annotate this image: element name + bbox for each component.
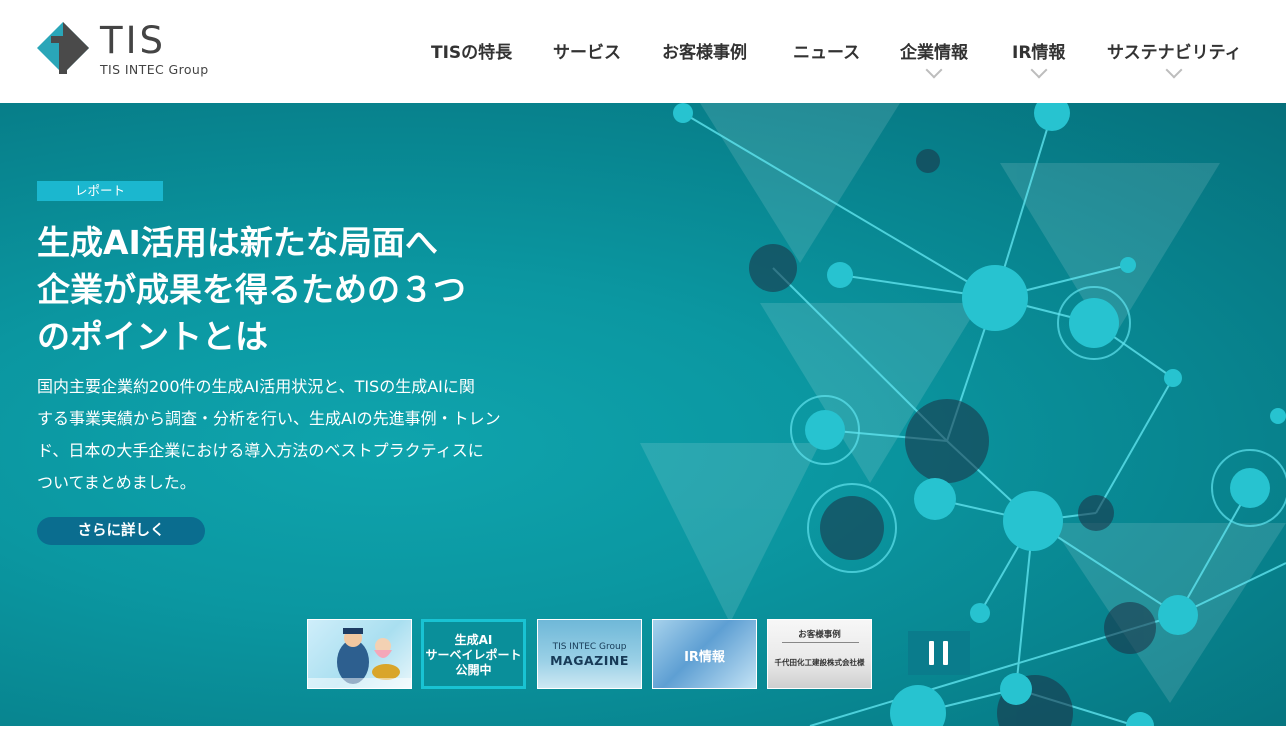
nav-company-label: 企業情報: [900, 43, 968, 63]
thumb-title-line: 生成AI: [454, 633, 493, 647]
description-line: ド、日本の大手企業における導入方法のベストプラクティスに: [37, 441, 484, 460]
read-more-button[interactable]: さらに詳しく: [37, 517, 205, 545]
nav-news[interactable]: ニュース: [793, 38, 860, 63]
thumb-subtitle: お客様事例: [798, 630, 841, 640]
hero-banner: レポート 生成AI活用は新たな局面へ 企業が成果を得るための３つ のポイントとは…: [0, 103, 1286, 726]
carousel-thumb-ir[interactable]: IR情報: [652, 619, 757, 689]
headline-line: 生成AI活用は新たな局面へ: [37, 223, 438, 262]
nav-features[interactable]: TISの特長: [431, 38, 512, 63]
description-line: ついてまとめました。: [37, 473, 196, 492]
thumb-divider: [782, 642, 859, 643]
pause-icon: [943, 641, 948, 665]
description-line: 国内主要企業約200件の生成AI活用状況と、TISの生成AIに関: [37, 377, 475, 396]
site-header: TIS TIS INTEC Group TISの特長 サービス お客様事例 ニュ…: [0, 0, 1286, 103]
chevron-down-icon: [1030, 61, 1048, 79]
nav-ir[interactable]: IR情報: [1012, 38, 1066, 79]
nav-ir-label: IR情報: [1012, 43, 1066, 63]
thumb-title-line: 公開中: [455, 663, 492, 677]
thumb-subtitle: TIS INTEC Group: [552, 642, 627, 652]
carousel-thumbnails: 生成AI サーベイレポート 公開中 TIS INTEC Group MAGAZI…: [0, 619, 1286, 691]
nav-case-studies[interactable]: お客様事例: [662, 38, 747, 63]
carousel-thumb-survey[interactable]: 生成AI サーベイレポート 公開中: [421, 619, 526, 689]
nav-services-label: サービス: [553, 43, 621, 63]
nav-case-studies-label: お客様事例: [662, 43, 747, 63]
nav-features-label: TISの特長: [431, 43, 513, 63]
advertisement-photo-icon: [308, 628, 411, 688]
category-tag: レポート: [37, 181, 163, 201]
headline-line: 企業が成果を得るための３つ: [37, 270, 466, 309]
carousel-thumb-magazine[interactable]: TIS INTEC Group MAGAZINE: [537, 619, 642, 689]
pause-icon: [929, 641, 934, 665]
hero-description: 国内主要企業約200件の生成AI活用状況と、TISの生成AIに関 する事業実績か…: [37, 371, 517, 499]
thumb-title: 千代田化工建設株式会社様: [774, 658, 865, 667]
thumb-title-line: サーベイレポート: [425, 648, 522, 662]
hero-headline: 生成AI活用は新たな局面へ 企業が成果を得るための３つ のポイントとは: [37, 219, 557, 360]
main-nav: TISの特長 サービス お客様事例 ニュース 企業情報 IR情報 サステナビリテ…: [0, 38, 1286, 88]
nav-sustainability-label: サステナビリティ: [1107, 43, 1242, 63]
nav-sustainability[interactable]: サステナビリティ: [1107, 38, 1242, 79]
thumb-title: MAGAZINE: [550, 653, 629, 668]
description-line: する事業実績から調査・分析を行い、生成AIの先進事例・トレン: [37, 409, 501, 428]
chevron-down-icon: [925, 61, 943, 79]
carousel-thumb-case[interactable]: お客様事例 千代田化工建設株式会社様: [767, 619, 872, 689]
page-bottom-strip: [0, 726, 1286, 751]
nav-services[interactable]: サービス: [553, 38, 621, 63]
headline-line: のポイントとは: [37, 317, 268, 356]
pause-button[interactable]: [908, 631, 970, 675]
carousel-thumb-ad[interactable]: [307, 619, 412, 689]
thumb-title: IR情報: [684, 650, 725, 665]
chevron-down-icon: [1165, 61, 1183, 79]
nav-news-label: ニュース: [793, 43, 861, 63]
nav-company[interactable]: 企業情報: [900, 38, 968, 79]
